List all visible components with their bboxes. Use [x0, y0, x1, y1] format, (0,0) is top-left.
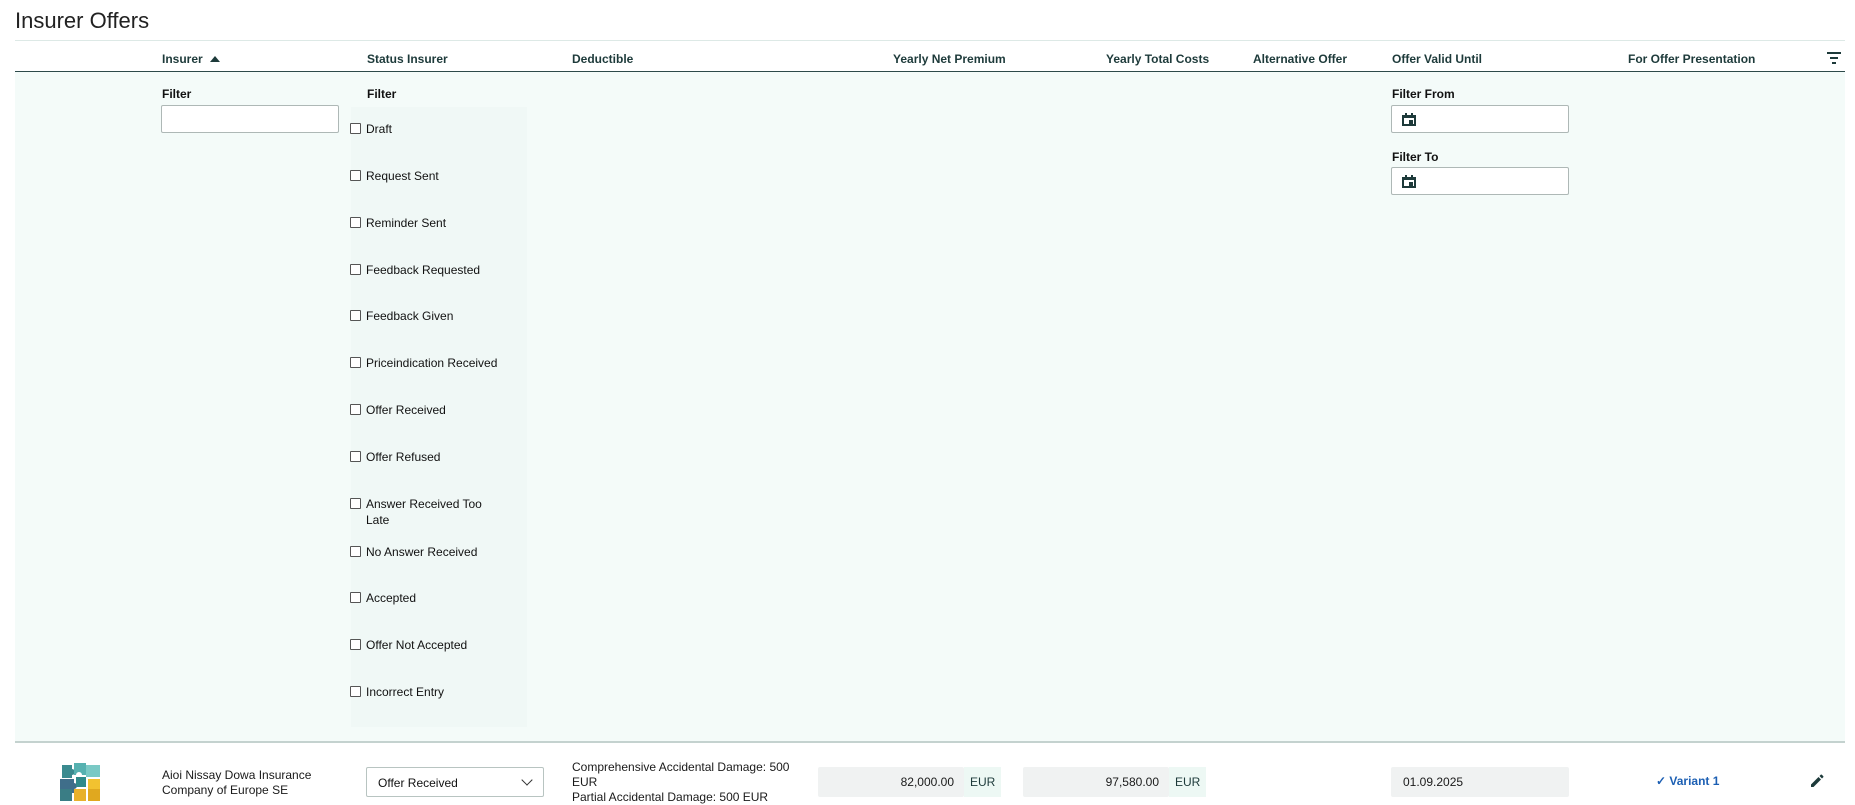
status-filter-option[interactable]: Request Sent	[350, 168, 501, 184]
insurer-filter-label: Filter	[162, 87, 192, 101]
status-filter-option[interactable]: Offer Not Accepted	[350, 637, 501, 653]
status-filter-option[interactable]: Accepted	[350, 590, 501, 606]
date-to-filter-input[interactable]	[1391, 167, 1569, 195]
insurer-logo	[60, 763, 100, 801]
column-header-label: Insurer	[162, 52, 203, 66]
column-header-valid-until[interactable]: Offer Valid Until	[1392, 52, 1482, 66]
status-filter-option-label: Offer Received	[366, 403, 446, 417]
checkbox[interactable]	[350, 686, 361, 697]
date-to-filter-label: Filter To	[1392, 150, 1439, 164]
status-filter-option[interactable]: Answer Received Too Late	[350, 496, 501, 528]
calendar-icon[interactable]	[1402, 175, 1416, 188]
sort-ascending-icon[interactable]	[209, 56, 220, 62]
insurer-name: Aioi Nissay Dowa Insurance Company of Eu…	[162, 768, 312, 797]
status-filter-option-label: Accepted	[366, 591, 417, 605]
status-filter-option[interactable]: Feedback Given	[350, 308, 501, 324]
checkbox[interactable]	[350, 546, 361, 557]
filter-panel	[15, 72, 1845, 743]
deductible-line: EUR	[572, 775, 598, 789]
net-premium-field[interactable]: 82,000.00	[818, 767, 964, 797]
deductible-line: Comprehensive Accidental Damage: 500	[572, 760, 790, 774]
valid-until-value: 01.09.2025	[1403, 775, 1464, 789]
status-filter-option[interactable]: Priceindication Received	[350, 355, 501, 371]
page-title: Insurer Offers	[15, 8, 150, 33]
column-header-alternative-offer[interactable]: Alternative Offer	[1253, 52, 1347, 66]
status-filter-option-label: Offer Refused	[366, 450, 441, 464]
checkbox[interactable]	[350, 404, 361, 415]
status-filter-option-label: Offer Not Accepted	[366, 638, 468, 652]
total-costs-currency: EUR	[1169, 767, 1207, 797]
checkbox[interactable]	[350, 639, 361, 650]
checkbox[interactable]	[350, 592, 361, 603]
status-filter-option-label: No Answer Received	[366, 545, 478, 559]
total-costs-field[interactable]: 97,580.00	[1023, 767, 1169, 797]
checkbox[interactable]	[350, 123, 361, 134]
status-filter-label: Filter	[367, 87, 397, 101]
checkbox[interactable]	[350, 357, 361, 368]
total-costs-value: 97,580.00	[1105, 775, 1159, 789]
status-filter-option-label: Feedback Requested	[366, 263, 481, 277]
divider	[15, 40, 1845, 41]
checkbox[interactable]	[350, 217, 361, 228]
offer-presentation-variant-link[interactable]: ✓ Variant 1	[1656, 774, 1719, 788]
pencil-icon[interactable]	[1809, 773, 1825, 789]
status-filter-option[interactable]: Reminder Sent	[350, 215, 501, 231]
column-header-deductible[interactable]: Deductible	[572, 52, 633, 66]
checkbox[interactable]	[350, 170, 361, 181]
checkbox[interactable]	[350, 451, 361, 462]
calendar-icon[interactable]	[1402, 113, 1416, 126]
filter-list-icon[interactable]	[1827, 52, 1841, 64]
date-from-filter-label: Filter From	[1392, 87, 1455, 101]
status-filter-option[interactable]: Draft	[350, 121, 501, 137]
status-filter-option[interactable]: No Answer Received	[350, 544, 501, 560]
status-filter-option-label: Answer Received Too Late	[366, 497, 482, 527]
status-filter-option-label: Reminder Sent	[366, 216, 447, 230]
insurer-filter-input[interactable]	[161, 105, 339, 133]
status-filter-option-label: Feedback Given	[366, 309, 454, 323]
status-filter-option-label: Request Sent	[366, 169, 439, 183]
status-filter-option-label: Priceindication Received	[366, 356, 498, 370]
date-from-filter-input[interactable]	[1391, 105, 1569, 133]
status-filter-option[interactable]: Offer Refused	[350, 449, 501, 465]
status-filter-option[interactable]: Feedback Requested	[350, 262, 501, 278]
valid-until-field[interactable]: 01.09.2025	[1391, 767, 1569, 797]
status-filter-option[interactable]: Incorrect Entry	[350, 684, 501, 700]
status-select[interactable]: Offer Received	[366, 767, 544, 797]
net-premium-currency: EUR	[964, 767, 1002, 797]
status-select-value: Offer Received	[378, 776, 458, 790]
column-header-insurer[interactable]: Insurer	[162, 52, 220, 66]
column-header-status[interactable]: Status Insurer	[367, 52, 448, 66]
checkbox[interactable]	[350, 264, 361, 275]
column-header-net-premium[interactable]: Yearly Net Premium	[893, 52, 1006, 66]
chevron-down-icon	[521, 774, 533, 786]
checkbox[interactable]	[350, 498, 361, 509]
checkbox[interactable]	[350, 310, 361, 321]
column-header-offer-presentation[interactable]: For Offer Presentation	[1628, 52, 1755, 66]
status-filter-option-label: Draft	[366, 122, 393, 136]
net-premium-value: 82,000.00	[900, 775, 954, 789]
column-header-total-costs[interactable]: Yearly Total Costs	[1106, 52, 1209, 66]
status-filter-option[interactable]: Offer Received	[350, 402, 501, 418]
status-filter-option-label: Incorrect Entry	[366, 685, 445, 699]
table-header: Insurer Status Insurer Deductible Yearly…	[15, 42, 1845, 72]
